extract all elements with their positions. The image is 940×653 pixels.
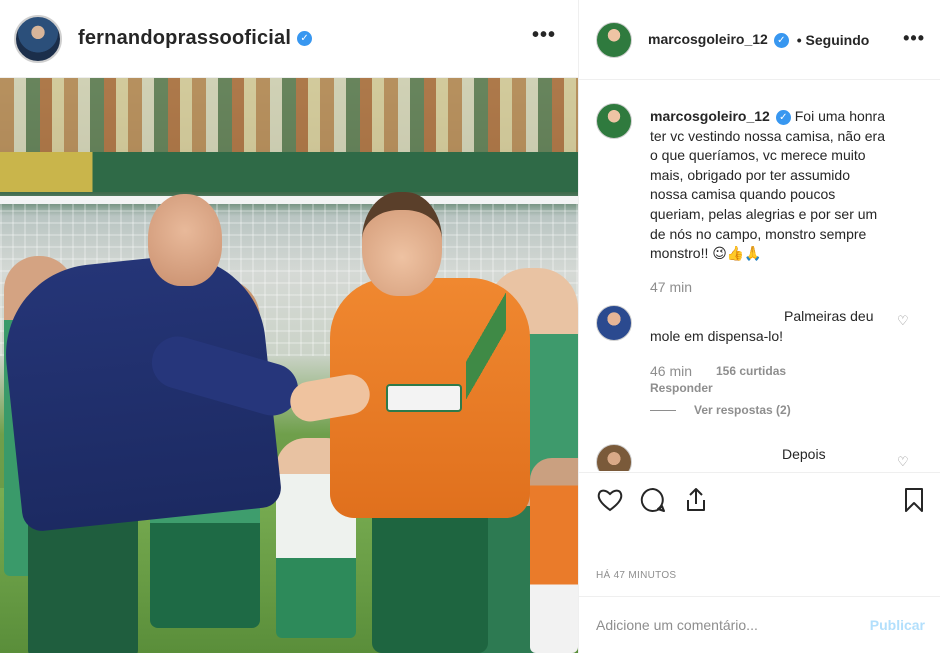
panel-author-username[interactable]: marcosgoleiro_12 ✓ (648, 31, 789, 48)
photo-goalkeeper (372, 508, 488, 653)
follow-status[interactable]: • Seguindo (793, 32, 870, 48)
photo-coach (148, 194, 222, 286)
post-author-avatar[interactable] (14, 14, 62, 63)
comment-text: Depois (782, 446, 826, 462)
comment-like-heart-icon[interactable]: ♡ (897, 313, 911, 328)
photo-sponsor-logo (386, 384, 462, 412)
verified-icon: ✓ (773, 32, 789, 48)
add-comment-input[interactable] (596, 617, 856, 633)
post-timestamp[interactable]: HÁ 47 MINUTOS (596, 570, 676, 581)
photo-crowd (0, 78, 578, 156)
comment-composer: Publicar (579, 596, 940, 653)
caption-text: Foi uma honra ter vc vestindo nossa cami… (650, 108, 886, 262)
post-side-panel: marcosgoleiro_12 ✓ • Seguindo ••• marcosg… (578, 0, 940, 653)
photo-goalkeeper (466, 286, 506, 406)
publish-button[interactable]: Publicar (870, 617, 925, 633)
panel-author-avatar[interactable] (596, 21, 632, 58)
caption-timestamp[interactable]: 47 min (650, 279, 692, 295)
caption-author-avatar[interactable] (596, 103, 632, 139)
panel-header: marcosgoleiro_12 ✓ • Seguindo ••• (579, 0, 940, 80)
comment-avatar[interactable] (596, 444, 632, 471)
post-author-username[interactable]: fernandoprassooficial ✓ (78, 27, 313, 50)
post-more-options-button[interactable]: ••• (532, 24, 556, 47)
photo-child (530, 458, 578, 653)
caption-username[interactable]: marcosgoleiro_12 (650, 108, 770, 124)
comment-likes-count[interactable]: 156 curtidas (716, 364, 786, 378)
post-photo[interactable] (0, 78, 578, 653)
view-replies-button[interactable]: Ver respostas (2) (694, 403, 791, 417)
comment-icon[interactable] (638, 485, 668, 515)
comment-like-heart-icon[interactable]: ♡ (897, 454, 911, 469)
bookmark-icon[interactable] (899, 485, 929, 515)
photo-goalkeeper (362, 192, 442, 296)
comment-timestamp[interactable]: 46 min (650, 363, 692, 379)
action-bar (579, 472, 940, 532)
photo-banner (0, 152, 578, 192)
comment-avatar[interactable] (596, 305, 632, 341)
replies-divider (650, 410, 676, 411)
comment-reply-button[interactable]: Responder (650, 381, 713, 395)
share-icon[interactable] (681, 485, 711, 515)
heart-icon[interactable] (595, 485, 625, 515)
panel-more-options-button[interactable]: ••• (903, 28, 925, 49)
post-header: fernandoprassooficial ✓ ••• (0, 0, 578, 78)
verified-icon: ✓ (297, 31, 313, 47)
caption: marcosgoleiro_12 ✓ Foi uma honra ter vc v… (650, 107, 890, 264)
comment-text: Palmeiras deu mole em dispensa-lo! (650, 308, 874, 344)
verified-icon: ✓ (775, 109, 791, 125)
comments-list[interactable]: marcosgoleiro_12 ✓ Foi uma honra ter vc v… (579, 81, 940, 471)
